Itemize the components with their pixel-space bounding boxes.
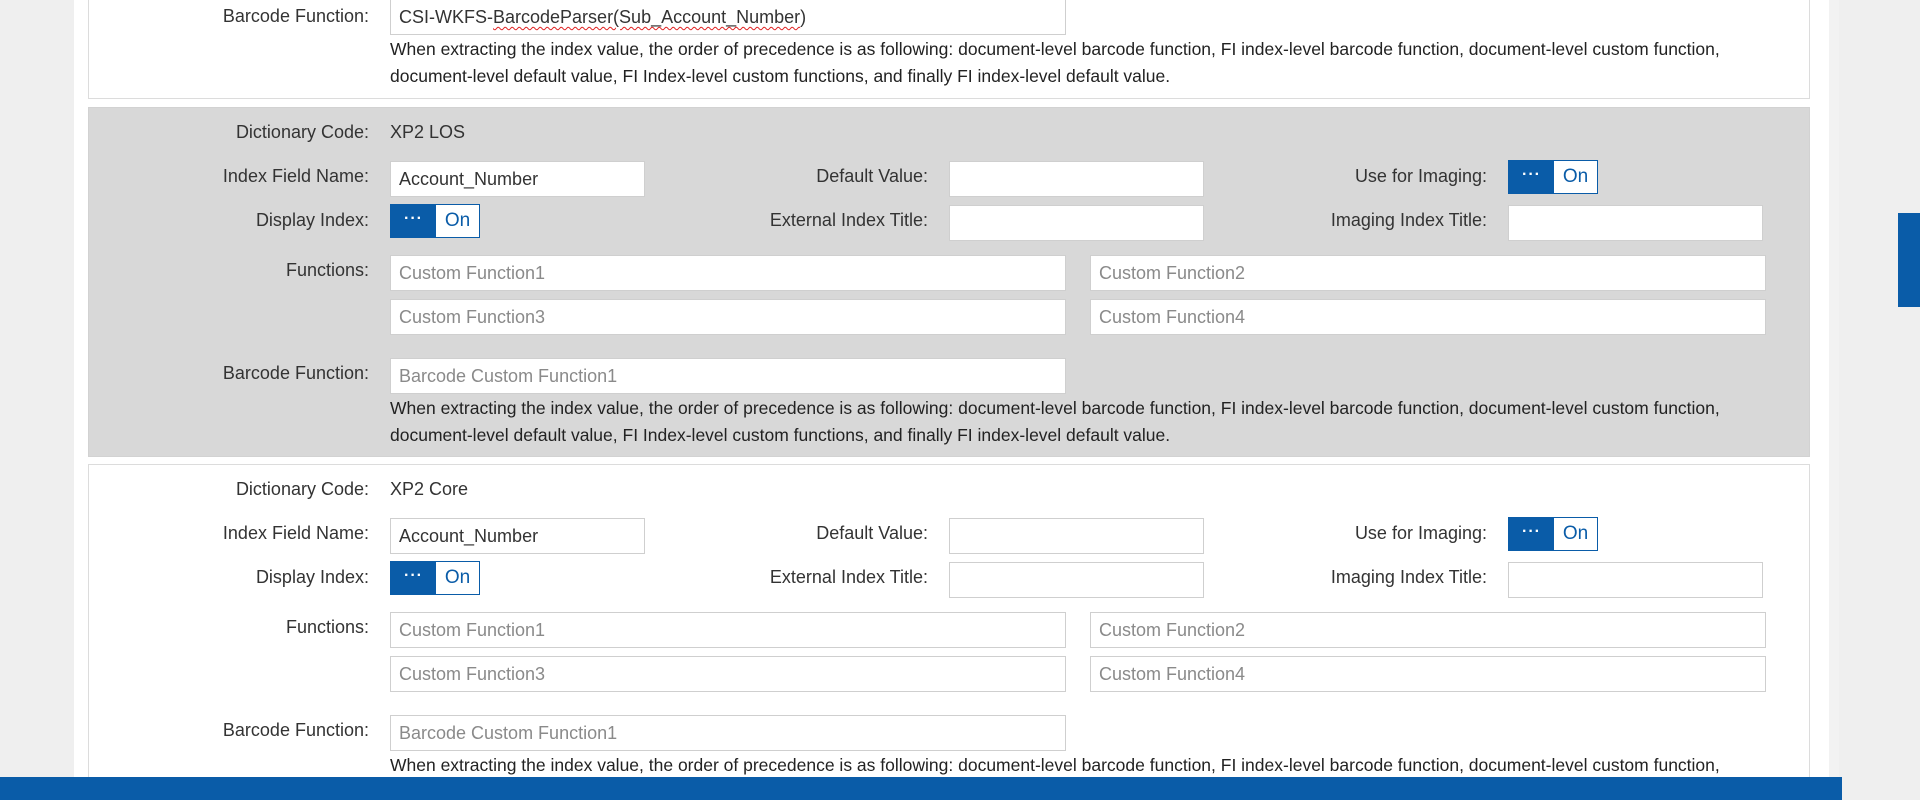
barcode-function-input[interactable]: CSI-WKFS-BarcodeParser(Sub_Account_Numbe… <box>390 0 1066 35</box>
barcode-function-input[interactable]: Barcode Custom Function1 <box>390 358 1066 394</box>
precedence-note: When extracting the index value, the ord… <box>390 752 1790 779</box>
barcode-function-prefix: CSI-WKFS- <box>399 7 493 27</box>
default-value-label: Default Value: <box>816 523 928 543</box>
dictionary-code-value: XP2 Core <box>390 479 469 499</box>
dictionary-code-value: XP2 LOS <box>390 122 466 142</box>
toggle-state-label: On <box>1562 166 1589 187</box>
use-for-imaging-label: Use for Imaging: <box>1354 523 1487 543</box>
precedence-note: When extracting the index value, the ord… <box>390 395 1790 449</box>
dictionary-code-label: Dictionary Code: <box>235 122 369 142</box>
toggle-knob: ··· <box>391 562 436 594</box>
external-index-title-label: External Index Title: <box>769 567 928 587</box>
imaging-index-title-input[interactable] <box>1508 205 1763 241</box>
toggle-knob: ··· <box>1509 518 1554 550</box>
custom-function2-input[interactable]: Custom Function2 <box>1090 255 1766 291</box>
use-for-imaging-toggle[interactable]: ··· On <box>1508 517 1598 551</box>
display-index-label: Display Index: <box>255 567 369 587</box>
imaging-index-title-input[interactable] <box>1508 562 1763 598</box>
imaging-index-title-label: Imaging Index Title: <box>1330 210 1487 230</box>
toggle-state-label: On <box>444 567 471 588</box>
index-field-name-label: Index Field Name: <box>222 166 369 186</box>
precedence-note: When extracting the index value, the ord… <box>390 36 1790 90</box>
toggle-knob: ··· <box>1509 161 1554 193</box>
external-index-title-input[interactable] <box>949 562 1204 598</box>
precedence-note-line1: When extracting the index value, the ord… <box>390 398 1720 418</box>
custom-function4-input[interactable]: Custom Function4 <box>1090 299 1766 335</box>
index-field-block-xp2-los[interactable]: Dictionary Code: XP2 LOS Index Field Nam… <box>88 107 1810 457</box>
toggle-knob: ··· <box>391 205 436 237</box>
custom-function4-input[interactable]: Custom Function4 <box>1090 656 1766 692</box>
imaging-index-title-label: Imaging Index Title: <box>1330 567 1487 587</box>
toggle-state-label: On <box>444 210 471 231</box>
barcode-function-label: Barcode Function: <box>222 363 369 383</box>
custom-function3-input[interactable]: Custom Function3 <box>390 656 1066 692</box>
functions-label: Functions: <box>285 617 369 637</box>
default-value-input[interactable] <box>949 518 1204 554</box>
display-index-toggle[interactable]: ··· On <box>390 204 480 238</box>
barcode-function-misspelled: BarcodeParser(Sub_Account_Number <box>493 7 801 27</box>
custom-function1-input[interactable]: Custom Function1 <box>390 612 1066 648</box>
default-value-label: Default Value: <box>816 166 928 186</box>
dictionary-code-label: Dictionary Code: <box>235 479 369 499</box>
use-for-imaging-toggle[interactable]: ··· On <box>1508 160 1598 194</box>
precedence-note-line2: document-level default value, FI Index-l… <box>390 425 1171 445</box>
barcode-function-label: Barcode Function: <box>222 720 369 740</box>
index-field-block-0: Barcode Function: CSI-WKFS-BarcodeParser… <box>88 0 1810 99</box>
barcode-function-input[interactable]: Barcode Custom Function1 <box>390 715 1066 751</box>
custom-function3-input[interactable]: Custom Function3 <box>390 299 1066 335</box>
default-value-input[interactable] <box>949 161 1204 197</box>
toggle-state-label: On <box>1562 523 1589 544</box>
use-for-imaging-label: Use for Imaging: <box>1354 166 1487 186</box>
side-panel-tab[interactable] <box>1898 213 1920 307</box>
custom-function1-input[interactable]: Custom Function1 <box>390 255 1066 291</box>
index-field-block-xp2-core[interactable]: Dictionary Code: XP2 Core Index Field Na… <box>88 464 1810 800</box>
display-index-toggle[interactable]: ··· On <box>390 561 480 595</box>
footer-bar <box>0 777 1842 800</box>
index-field-name-input[interactable]: Account_Number <box>390 518 645 554</box>
index-field-name-label: Index Field Name: <box>222 523 369 543</box>
functions-label: Functions: <box>285 260 369 280</box>
barcode-function-label: Barcode Function: <box>222 6 369 26</box>
scrollbar-track[interactable] <box>1829 0 1839 800</box>
custom-function2-input[interactable]: Custom Function2 <box>1090 612 1766 648</box>
external-index-title-label: External Index Title: <box>769 210 928 230</box>
precedence-note-line2: document-level default value, FI Index-l… <box>390 66 1171 86</box>
precedence-note-line1: When extracting the index value, the ord… <box>390 39 1720 59</box>
display-index-label: Display Index: <box>255 210 369 230</box>
precedence-note-line1: When extracting the index value, the ord… <box>390 755 1720 775</box>
external-index-title-input[interactable] <box>949 205 1204 241</box>
index-field-name-input[interactable]: Account_Number <box>390 161 645 197</box>
barcode-function-suffix: ) <box>800 7 807 27</box>
